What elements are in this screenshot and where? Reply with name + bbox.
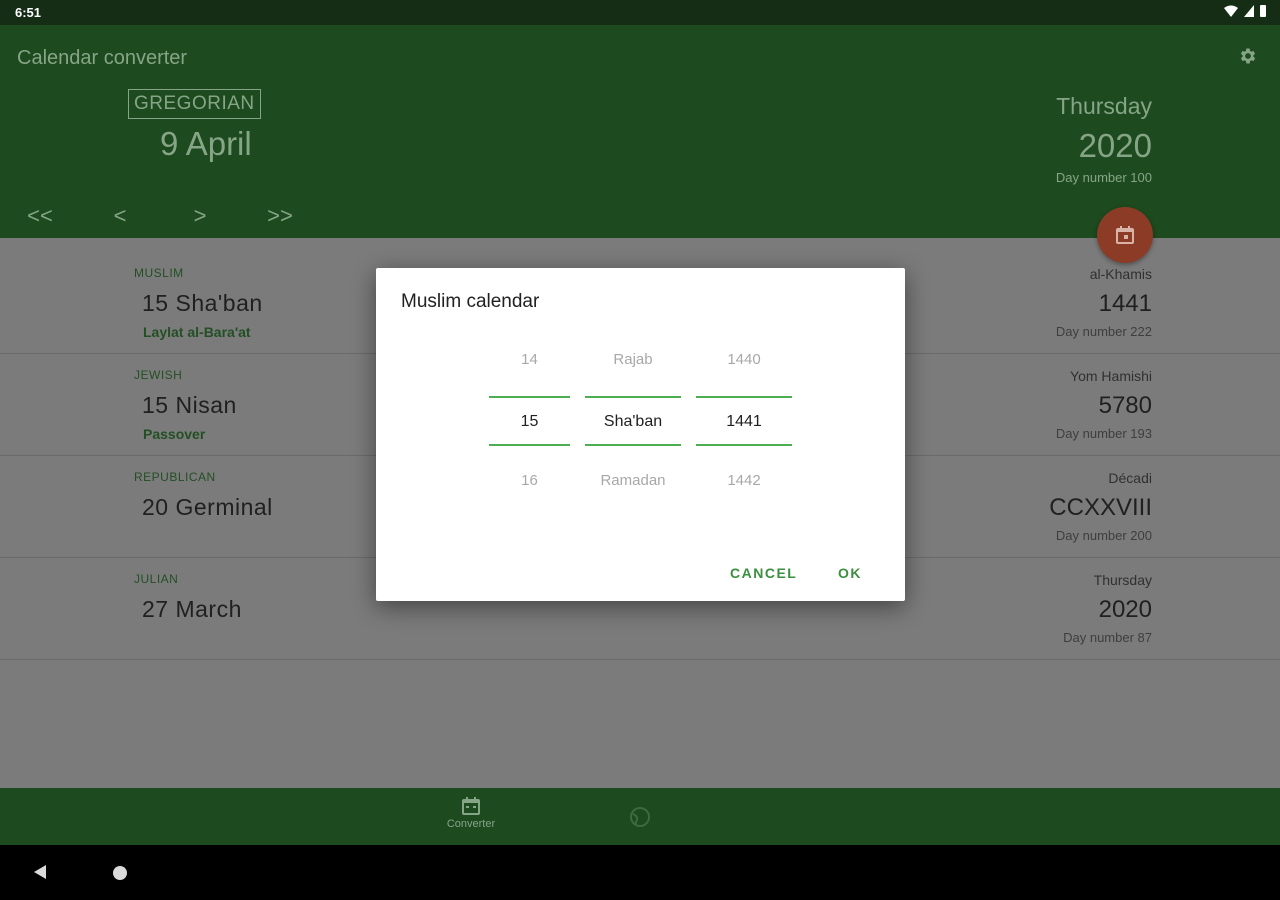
cancel-button[interactable]: CANCEL (730, 565, 797, 581)
header-day-number: Day number 100 (1055, 170, 1152, 185)
header-day-month[interactable]: 9 April (160, 125, 252, 163)
status-icons (1224, 5, 1266, 17)
row-day-number: Day number 87 (1063, 630, 1152, 645)
day-current-value[interactable]: 15 (489, 396, 570, 446)
row-day-number: Day number 193 (1055, 426, 1152, 441)
calendar-icon (1116, 226, 1134, 244)
row-event: Passover (143, 426, 206, 442)
wifi-icon (1224, 5, 1238, 17)
month-picker[interactable]: Rajab Sha'ban Ramadan (585, 336, 681, 506)
bottom-nav-world[interactable] (610, 806, 670, 828)
nav-first-button[interactable]: << (20, 203, 60, 229)
row-year: CCXXVIII (1049, 494, 1152, 521)
day-prev-value[interactable]: 14 (489, 336, 570, 396)
calendar-icon (462, 797, 480, 815)
row-calendar-name: JULIAN (134, 572, 179, 586)
muslim-calendar-dialog: Muslim calendar 14 15 16 Rajab Sha'ban R… (376, 268, 905, 601)
nav-last-button[interactable]: >> (260, 203, 300, 229)
month-current-value[interactable]: Sha'ban (585, 396, 681, 446)
row-year: 1441 (1098, 290, 1152, 317)
home-button[interactable] (113, 866, 127, 880)
back-icon[interactable] (32, 864, 48, 880)
row-date: 15 Sha'ban (142, 290, 263, 316)
year-next-value[interactable]: 1442 (696, 446, 792, 506)
row-day-number: Day number 222 (1055, 324, 1152, 339)
calendar-selector[interactable]: GREGORIAN (128, 89, 261, 119)
row-calendar-name: MUSLIM (134, 266, 184, 280)
row-year: 5780 (1098, 392, 1152, 419)
row-weekday: Thursday (1093, 572, 1152, 588)
row-date: 15 Nisan (142, 392, 237, 418)
signal-icon (1244, 5, 1254, 17)
row-weekday: al-Khamis (1089, 266, 1152, 282)
app-header: Calendar converter GREGORIAN 9 April Thu… (0, 25, 1280, 238)
bottom-nav-converter[interactable]: Converter (441, 796, 501, 830)
crescent-moon-icon (802, 809, 810, 825)
globe-icon (630, 807, 650, 827)
year-prev-value[interactable]: 1440 (696, 336, 792, 396)
row-calendar-name: REPUBLICAN (134, 470, 216, 484)
ok-button[interactable]: OK (838, 565, 862, 581)
battery-icon (1260, 5, 1266, 17)
month-next-value[interactable]: Ramadan (585, 446, 681, 506)
header-weekday: Thursday (1056, 93, 1152, 119)
year-current-value[interactable]: 1441 (696, 396, 792, 446)
pick-date-fab[interactable] (1097, 207, 1153, 263)
status-bar: 6:51 (0, 0, 1280, 25)
row-year: 2020 (1098, 596, 1152, 623)
row-calendar-name: JEWISH (134, 368, 183, 382)
settings-gear-icon[interactable] (1238, 46, 1258, 66)
nav-prev-button[interactable]: < (100, 203, 140, 229)
bottom-nav-moon[interactable] (777, 806, 837, 828)
year-picker[interactable]: 1440 1441 1442 (696, 336, 792, 506)
row-weekday: Décadi (1108, 470, 1152, 486)
row-event: Laylat al-Bara'at (143, 324, 251, 340)
app-title: Calendar converter (17, 47, 188, 69)
row-day-number: Day number 200 (1055, 528, 1152, 543)
day-next-value[interactable]: 16 (489, 446, 570, 506)
row-date: 20 Germinal (142, 494, 273, 520)
row-weekday: Yom Hamishi (1070, 368, 1152, 384)
month-prev-value[interactable]: Rajab (585, 336, 681, 396)
bottom-nav-converter-label: Converter (446, 818, 496, 830)
system-nav-bar (0, 845, 1280, 900)
status-time: 6:51 (15, 5, 42, 20)
bottom-navigation: Converter (0, 788, 1280, 845)
header-year[interactable]: 2020 (1079, 127, 1152, 165)
dialog-title: Muslim calendar (401, 291, 540, 312)
nav-next-button[interactable]: > (180, 203, 220, 229)
day-picker[interactable]: 14 15 16 (489, 336, 570, 506)
row-date: 27 March (142, 596, 242, 622)
